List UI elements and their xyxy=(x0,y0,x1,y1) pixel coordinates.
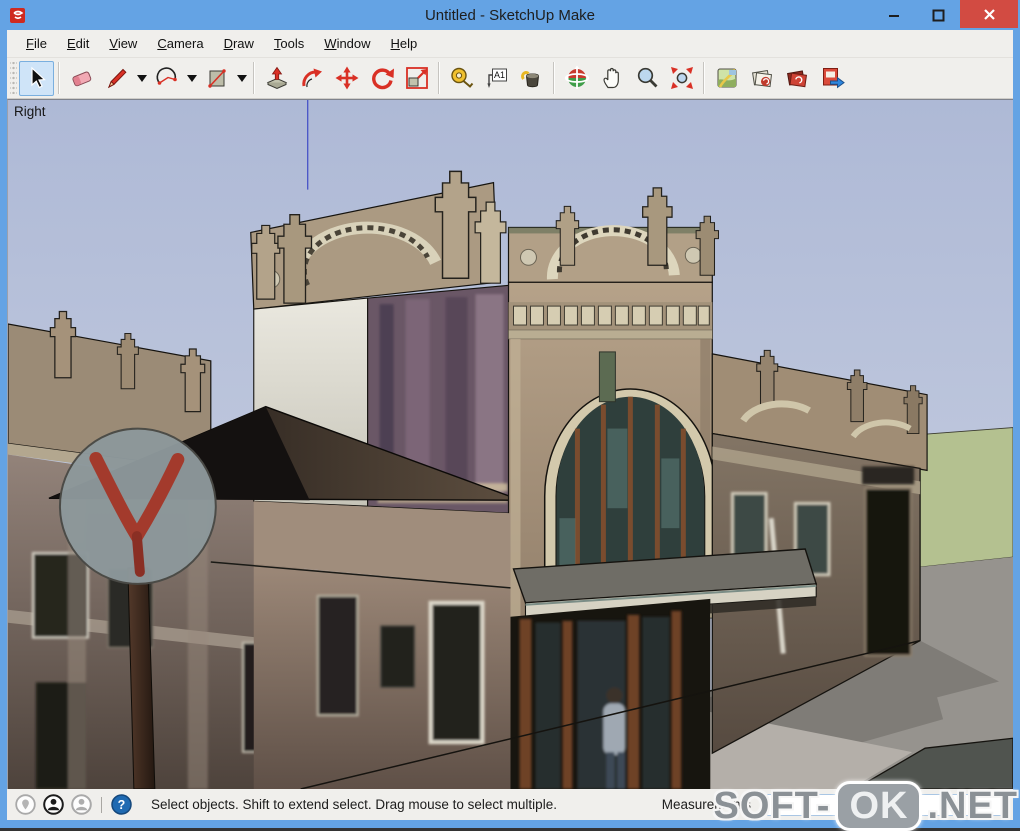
add-location-map-icon xyxy=(714,65,740,91)
text-icon: A1 xyxy=(484,65,510,91)
arc-icon xyxy=(154,65,180,91)
menu-view[interactable]: View xyxy=(100,33,146,54)
zoom-icon xyxy=(634,65,660,91)
push-pull-icon xyxy=(264,65,290,91)
rectangle-tool-dropdown[interactable] xyxy=(234,62,249,95)
pencil-icon xyxy=(104,65,130,91)
chevron-down-icon xyxy=(237,75,247,82)
text-tool-button[interactable]: A1 xyxy=(479,61,514,96)
view-name-label: Right xyxy=(14,104,46,119)
get-models-tool-button[interactable] xyxy=(814,61,849,96)
chevron-down-icon xyxy=(187,75,197,82)
storefront xyxy=(511,599,711,789)
line-tool-dropdown[interactable] xyxy=(134,62,149,95)
toggle-terrain-icon xyxy=(749,65,775,91)
geolocation-status-icon[interactable] xyxy=(15,794,36,815)
move-tool-button[interactable] xyxy=(329,61,364,96)
window-title: Untitled - SketchUp Make xyxy=(0,7,1020,24)
menu-bar: File Edit View Camera Draw Tools Window … xyxy=(7,30,1013,58)
menu-help[interactable]: Help xyxy=(382,33,427,54)
menu-tools[interactable]: Tools xyxy=(265,33,313,54)
rotate-tool-button[interactable] xyxy=(364,61,399,96)
toolbar-separator xyxy=(253,62,255,94)
rectangle-tool-button[interactable] xyxy=(199,61,234,96)
text-tool-glyph: A1 xyxy=(493,70,504,80)
toggle-terrain-tool-button[interactable] xyxy=(744,61,779,96)
green-field xyxy=(920,428,1013,567)
zoom-extents-icon xyxy=(669,65,695,91)
eraser-icon xyxy=(69,65,95,91)
orbit-icon xyxy=(564,65,590,91)
menu-window[interactable]: Window xyxy=(315,33,379,54)
status-hint-text: Select objects. Shift to extend select. … xyxy=(151,797,557,812)
viewport-3d[interactable]: Right xyxy=(7,99,1013,789)
credit-attribution-icon[interactable] xyxy=(43,794,64,815)
chevron-down-icon xyxy=(137,75,147,82)
help-icon[interactable]: ? xyxy=(111,794,132,815)
watermark-text-right: .NET xyxy=(927,785,1018,828)
pan-tool-button[interactable] xyxy=(594,61,629,96)
title-bar[interactable]: Untitled - SketchUp Make xyxy=(0,0,1020,30)
watermark-text-left: SOFT- xyxy=(714,785,831,828)
toolbar-separator xyxy=(553,62,555,94)
tape-measure-tool-button[interactable] xyxy=(444,61,479,96)
maximize-button[interactable] xyxy=(916,2,960,28)
model-author-icon[interactable] xyxy=(71,794,92,815)
sketchup-logo-icon xyxy=(8,5,28,25)
add-location-tool-button[interactable] xyxy=(709,61,744,96)
tape-measure-icon xyxy=(449,65,475,91)
get-models-icon xyxy=(819,65,845,91)
toolbar-separator xyxy=(703,62,705,94)
softok-watermark: SOFT- OK .NET xyxy=(714,781,1018,831)
menu-edit[interactable]: Edit xyxy=(58,33,98,54)
model-scene xyxy=(8,100,1013,789)
rectangle-icon xyxy=(204,65,230,91)
menu-draw[interactable]: Draw xyxy=(215,33,263,54)
follow-me-icon xyxy=(299,65,325,91)
zoom-extents-tool-button[interactable] xyxy=(664,61,699,96)
status-divider xyxy=(101,797,102,813)
move-icon xyxy=(334,65,360,91)
select-tool-button[interactable] xyxy=(19,61,54,96)
watermark-ok-badge: OK xyxy=(835,781,922,831)
push-pull-tool-button[interactable] xyxy=(259,61,294,96)
close-button[interactable] xyxy=(960,0,1018,28)
zoom-tool-button[interactable] xyxy=(629,61,664,96)
scale-tool-button[interactable] xyxy=(399,61,434,96)
arc-tool-button[interactable] xyxy=(149,61,184,96)
line-tool-button[interactable] xyxy=(99,61,134,96)
photo-textures-icon xyxy=(784,65,810,91)
toolbar-grip[interactable] xyxy=(10,62,17,94)
svg-text:?: ? xyxy=(118,798,126,812)
sketchup-window: Untitled - SketchUp Make File Edit View … xyxy=(0,0,1020,828)
menu-camera[interactable]: Camera xyxy=(148,33,212,54)
scale-icon xyxy=(404,65,430,91)
orbit-tool-button[interactable] xyxy=(559,61,594,96)
paint-bucket-tool-button[interactable] xyxy=(514,61,549,96)
minimize-button[interactable] xyxy=(872,2,916,28)
eraser-tool-button[interactable] xyxy=(64,61,99,96)
select-cursor-icon xyxy=(24,65,50,91)
pan-hand-icon xyxy=(599,65,625,91)
toolbar-separator xyxy=(58,62,60,94)
paint-bucket-icon xyxy=(519,65,545,91)
toolbar: A1 xyxy=(7,58,1013,99)
arc-tool-dropdown[interactable] xyxy=(184,62,199,95)
photo-textures-tool-button[interactable] xyxy=(779,61,814,96)
menu-file[interactable]: File xyxy=(17,33,56,54)
follow-me-tool-button[interactable] xyxy=(294,61,329,96)
rotate-icon xyxy=(369,65,395,91)
toolbar-separator xyxy=(438,62,440,94)
